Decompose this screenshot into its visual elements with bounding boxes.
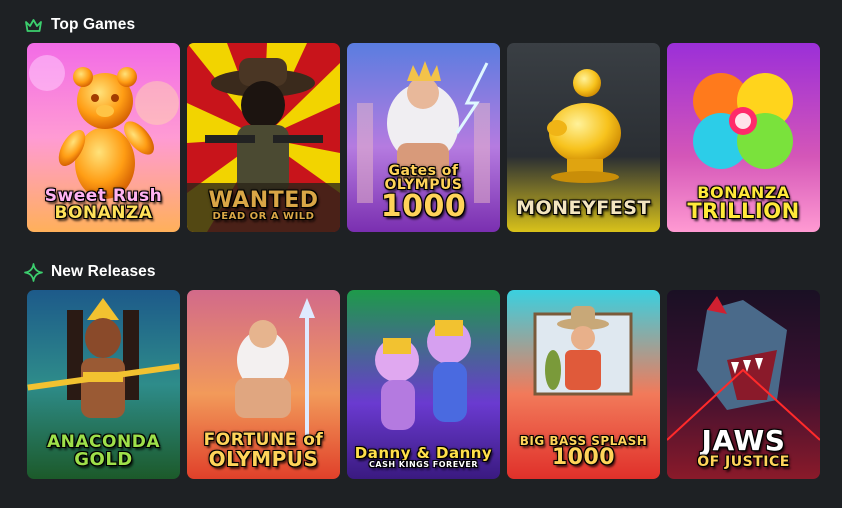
game-logo: Danny & Danny CASH KINGS FOREVER (354, 444, 493, 469)
game-logo: Gates of OLYMPUS 1000 (380, 163, 467, 224)
game-tile-gates-of-olympus-1000[interactable]: Gates of OLYMPUS 1000 (347, 43, 500, 232)
top-games-title: Top Games (51, 16, 136, 33)
game-tile-anaconda-gold[interactable]: ANACONDA GOLD (27, 290, 180, 479)
game-tile-sweet-rush-bonanza[interactable]: Sweet Rush BONANZA (27, 43, 180, 232)
game-logo: BONANZA TRILLION (687, 183, 800, 223)
game-tile-bonanza-trillion[interactable]: BONANZA TRILLION (667, 43, 820, 232)
game-logo: JAWS OF JUSTICE (697, 424, 790, 470)
game-logo: FORTUNE of OLYMPUS (203, 430, 324, 471)
game-tile-danny-dollar[interactable]: Danny & Danny CASH KINGS FOREVER (347, 290, 500, 479)
game-tile-moneyfest[interactable]: MONEYFEST (507, 43, 660, 232)
game-tile-jaws-of-justice[interactable]: JAWS OF JUSTICE (667, 290, 820, 479)
new-releases-header: New Releases (24, 261, 156, 283)
game-logo: WANTED DEAD OR A WILD (208, 188, 319, 222)
top-games-header: Top Games (24, 14, 135, 36)
game-tile-big-bass-splash-1000[interactable]: BIG BASS SPLASH 1000 (507, 290, 660, 479)
game-tile-fortune-of-olympus[interactable]: FORTUNE of OLYMPUS (187, 290, 340, 479)
game-logo: BIG BASS SPLASH 1000 (519, 434, 648, 470)
crown-icon (25, 18, 42, 32)
game-logo: ANACONDA GOLD (47, 432, 160, 470)
new-releases-title: New Releases (51, 263, 156, 280)
top-games-row: Sweet Rush BONANZA WANTED DEAD OR A WILD… (27, 43, 820, 232)
new-releases-row: ANACONDA GOLD FORTUNE of OLYMPUS Danny &… (27, 290, 820, 479)
game-tile-wanted-dead-or-a-wild[interactable]: WANTED DEAD OR A WILD (187, 43, 340, 232)
game-logo: MONEYFEST (516, 197, 651, 219)
sparkle-icon (24, 262, 43, 282)
game-logo: Sweet Rush BONANZA (44, 186, 163, 223)
